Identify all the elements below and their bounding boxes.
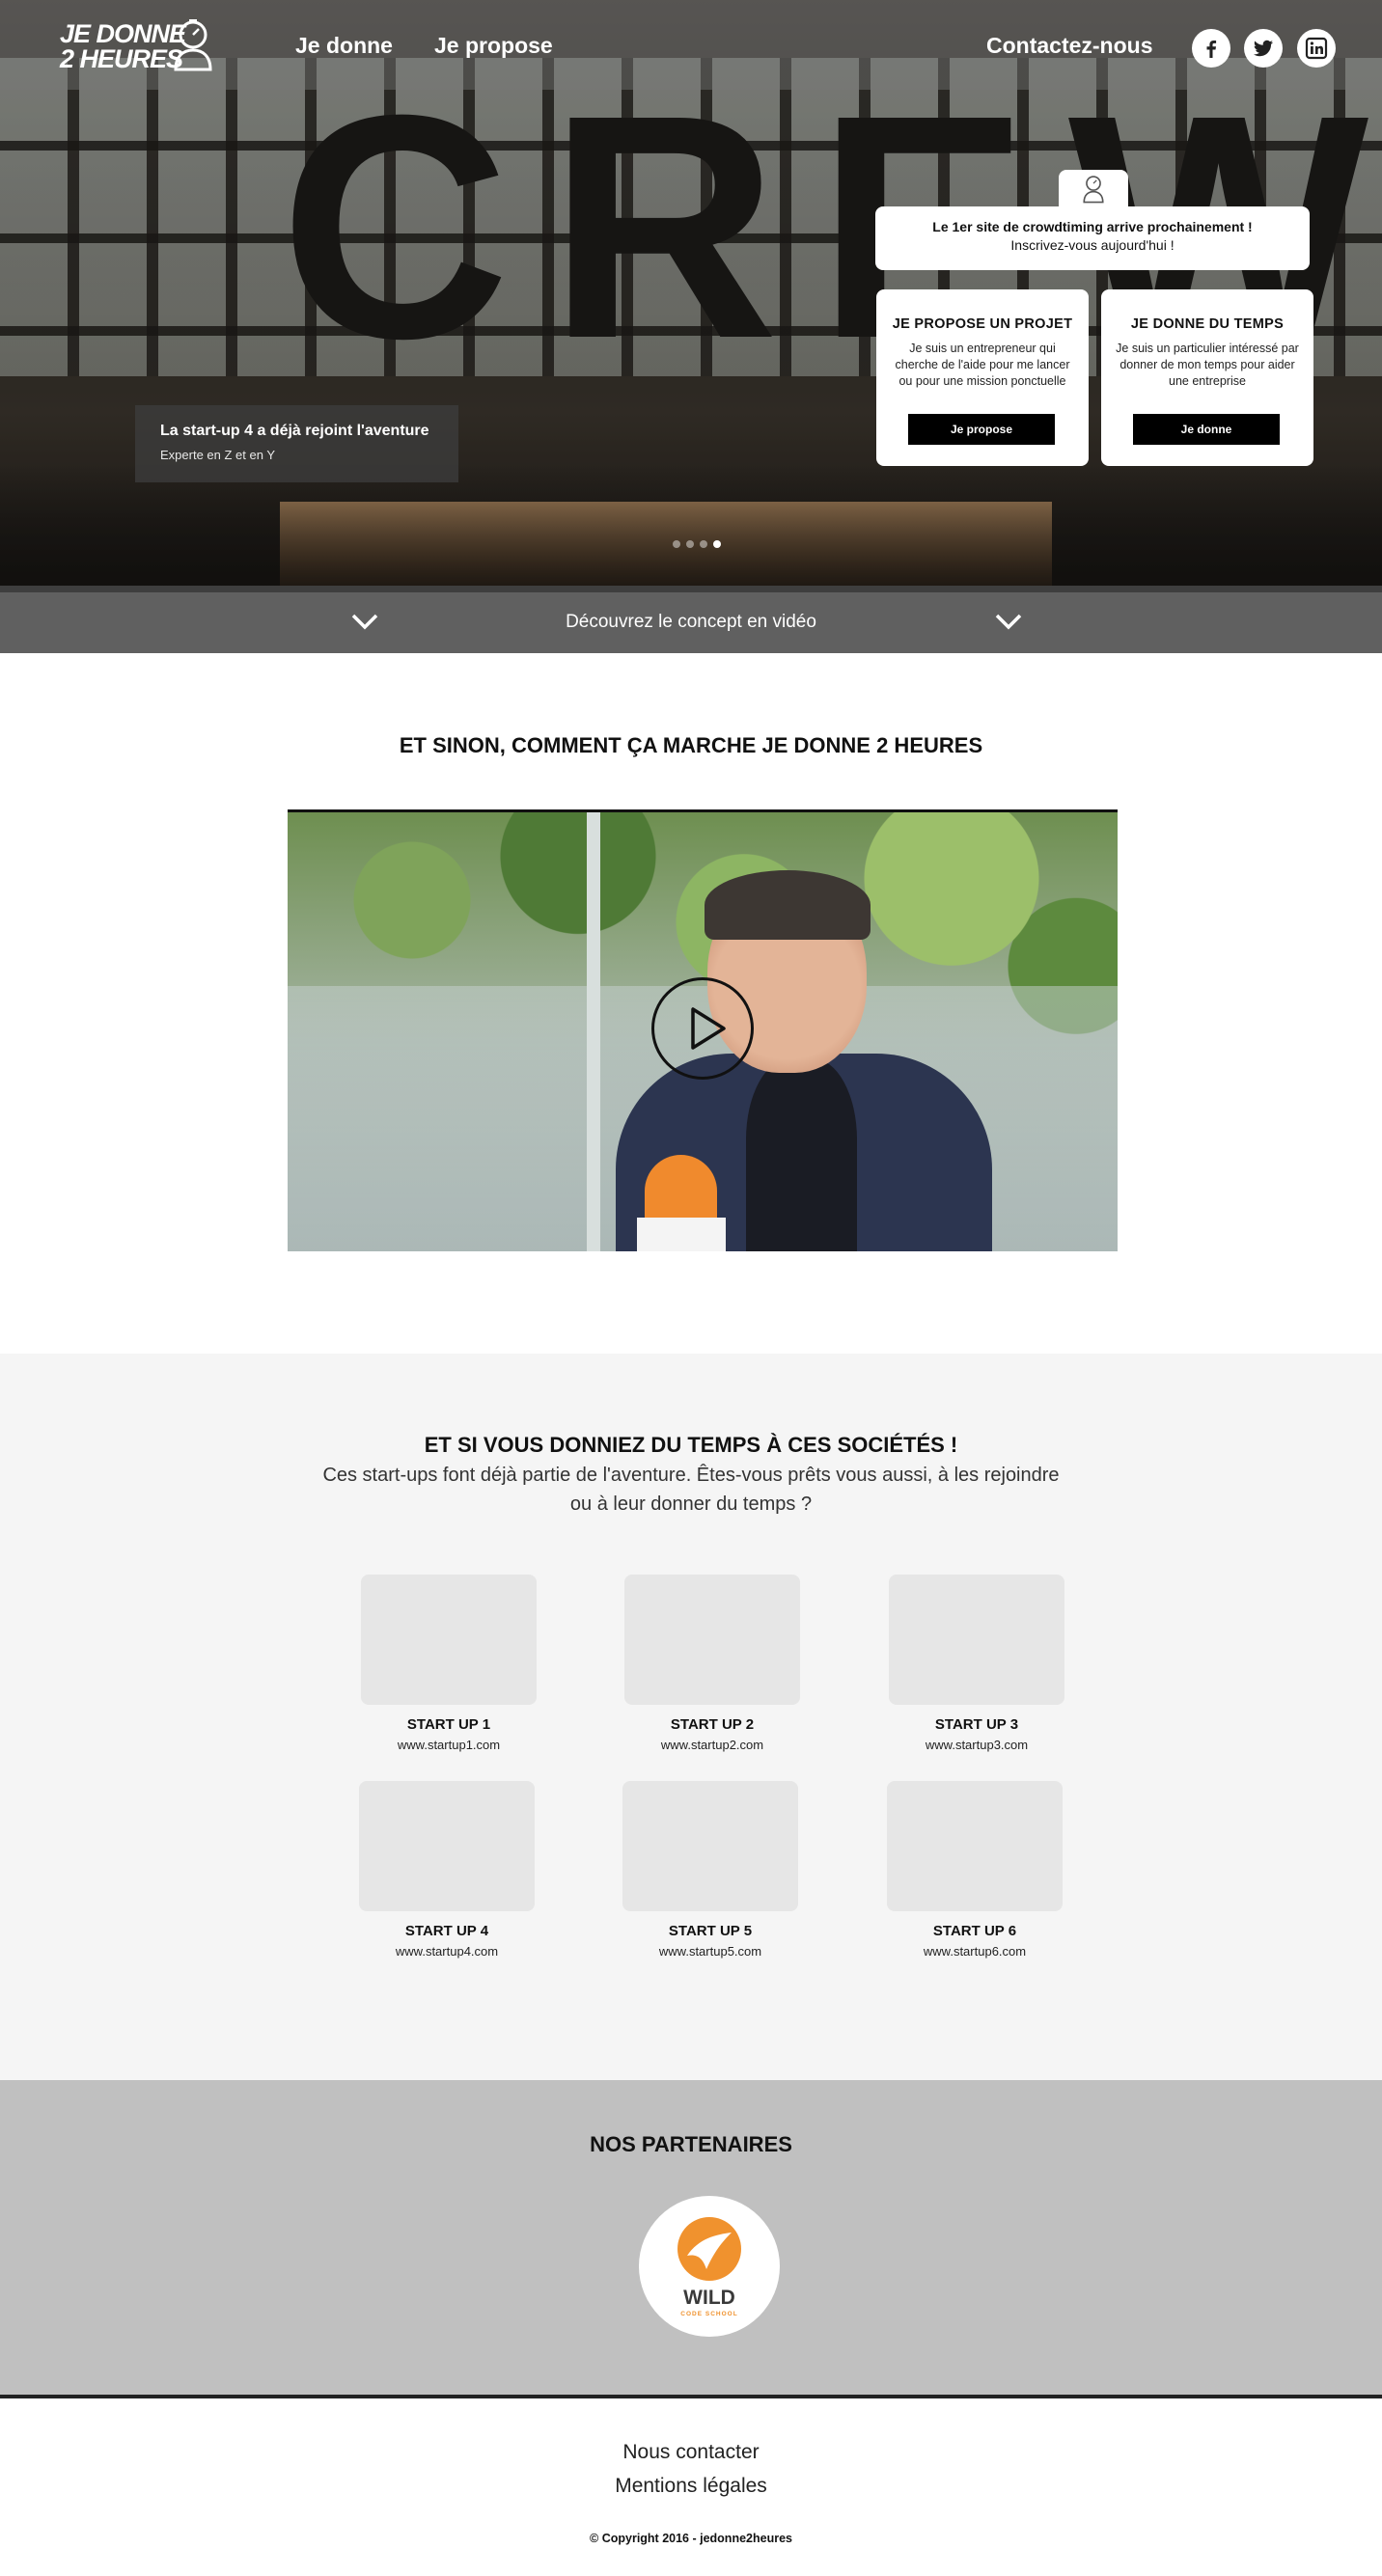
startup-name: START UP 6 [932, 1923, 1017, 1939]
startup-name: START UP 1 [406, 1716, 491, 1733]
announce-tab [1059, 170, 1128, 208]
nav-contact[interactable]: Contactez-nous [986, 33, 1153, 59]
startup-logo-placeholder[interactable] [622, 1781, 798, 1911]
startups-title: ET SI VOUS DONNIEZ DU TEMPS À CES SOCIÉT… [424, 1433, 958, 1457]
video-concept-label[interactable]: Découvrez le concept en vidéo [0, 612, 1382, 633]
startup-link[interactable]: www.startup3.com [889, 1738, 1064, 1752]
startup-card[interactable]: START UP 1 www.startup1.com [361, 1575, 537, 1752]
startup-card[interactable]: START UP 3 www.startup3.com [889, 1575, 1064, 1752]
twitter-button[interactable] [1244, 29, 1283, 68]
startup-name: START UP 3 [934, 1716, 1019, 1733]
startup-link[interactable]: www.startup6.com [887, 1944, 1063, 1959]
footer-legal-link[interactable]: Mentions légales [0, 2475, 1382, 2498]
nav-je-donne[interactable]: Je donne [295, 33, 393, 59]
startup-link[interactable]: www.startup1.com [361, 1738, 537, 1752]
stopwatch-person-icon [1083, 176, 1104, 204]
logo-text: JE DONNE 2 HEURES [60, 19, 186, 73]
site-logo[interactable]: JE DONNE 2 HEURES [60, 19, 234, 73]
announcement-title: Le 1er site de crowdtiming arrive procha… [932, 219, 1253, 234]
play-button[interactable] [651, 977, 754, 1080]
caption-subtitle: Experte en Z et en Y [160, 448, 275, 462]
microphone-handle [637, 1218, 726, 1251]
startup-name: START UP 2 [670, 1716, 755, 1733]
stopwatch-person-icon [174, 19, 212, 71]
partners-title: NOS PARTENAIRES [590, 2132, 792, 2156]
startup-link[interactable]: www.startup5.com [622, 1944, 798, 1959]
nav-je-propose[interactable]: Je propose [434, 33, 553, 59]
facebook-button[interactable] [1192, 29, 1230, 68]
speaker-hair [705, 870, 871, 940]
linkedin-icon [1305, 37, 1328, 60]
hero-banner: CREW JE DONNE 2 HEURES Je donne Je propo… [0, 0, 1382, 589]
partner-wild-code-school[interactable]: WILD CODE SCHOOL [639, 2196, 780, 2337]
je-donne-button[interactable]: Je donne [1133, 414, 1280, 445]
startup-logo-placeholder[interactable] [361, 1575, 537, 1705]
slider-dot[interactable] [673, 540, 680, 548]
startup-logo-placeholder[interactable] [359, 1781, 535, 1911]
card-description: Je suis un particulier intéressé par don… [1116, 342, 1299, 388]
svg-text:CODE SCHOOL: CODE SCHOOL [680, 2311, 737, 2317]
speaker-shirt [746, 1058, 857, 1251]
announcement-box: Le 1er site de crowdtiming arrive procha… [875, 206, 1310, 270]
startup-link[interactable]: www.startup4.com [359, 1944, 535, 1959]
hero-slide-caption: La start-up 4 a déjà rejoint l'aventure … [135, 405, 458, 482]
how-it-works-title: ET SINON, COMMENT ÇA MARCHE JE DONNE 2 H… [399, 733, 983, 757]
je-propose-button[interactable]: Je propose [908, 414, 1055, 445]
startups-subtitle: Ces start-ups font déjà partie de l'aven… [322, 1465, 1060, 1515]
startup-card[interactable]: START UP 6 www.startup6.com [887, 1781, 1063, 1959]
card-donate-time: JE DONNE DU TEMPS Je suis un particulier… [1101, 289, 1313, 466]
card-propose-project: JE PROPOSE UN PROJET Je suis un entrepre… [876, 289, 1089, 466]
logo-line-1: JE DONNE [60, 19, 186, 48]
card-title: JE DONNE DU TEMPS [1130, 316, 1285, 332]
startup-logo-placeholder[interactable] [889, 1575, 1064, 1705]
wild-code-school-logo: WILD CODE SCHOOL [677, 2217, 741, 2317]
partners-section: NOS PARTENAIRES WILD CODE SCHOOL [0, 2080, 1382, 2398]
startup-name: START UP 4 [404, 1923, 489, 1939]
concept-video-player[interactable] [288, 809, 1118, 1251]
facebook-icon [1206, 41, 1217, 58]
top-navigation: JE DONNE 2 HEURES Je donne Je propose Co… [0, 0, 1382, 90]
startup-card[interactable]: START UP 2 www.startup2.com [624, 1575, 800, 1752]
startup-name: START UP 5 [668, 1923, 753, 1939]
footer-copyright: © Copyright 2016 - jedonne2heures [590, 2532, 792, 2545]
startup-card[interactable]: START UP 5 www.startup5.com [622, 1781, 798, 1959]
startup-card[interactable]: START UP 4 www.startup4.com [359, 1781, 535, 1959]
video-bg-frame [587, 812, 600, 1251]
startup-logo-placeholder[interactable] [624, 1575, 800, 1705]
footer-contact-link[interactable]: Nous contacter [0, 2441, 1382, 2464]
startups-section: ET SI VOUS DONNIEZ DU TEMPS À CES SOCIÉT… [0, 1354, 1382, 2080]
svg-text:WILD: WILD [683, 2287, 735, 2309]
slider-dot-active[interactable] [713, 540, 721, 548]
video-concept-bar[interactable]: Découvrez le concept en vidéo [0, 586, 1382, 653]
card-title: JE PROPOSE UN PROJET [892, 316, 1073, 332]
startup-link[interactable]: www.startup2.com [624, 1738, 800, 1752]
slider-dot[interactable] [700, 540, 707, 548]
announcement-subtitle: Inscrivez-vous aujourd'hui ! [1010, 237, 1175, 253]
startup-logo-placeholder[interactable] [887, 1781, 1063, 1911]
card-description: Je suis un entrepreneur qui cherche de l… [895, 342, 1070, 388]
play-icon [691, 1007, 726, 1050]
slider-dots [673, 540, 721, 548]
slider-dot[interactable] [686, 540, 694, 548]
logo-line-2: 2 HEURES [60, 44, 183, 73]
twitter-icon [1254, 40, 1273, 57]
linkedin-button[interactable] [1297, 29, 1336, 68]
caption-title: La start-up 4 a déjà rejoint l'aventure [160, 423, 429, 439]
chevron-down-icon[interactable] [994, 610, 1023, 633]
